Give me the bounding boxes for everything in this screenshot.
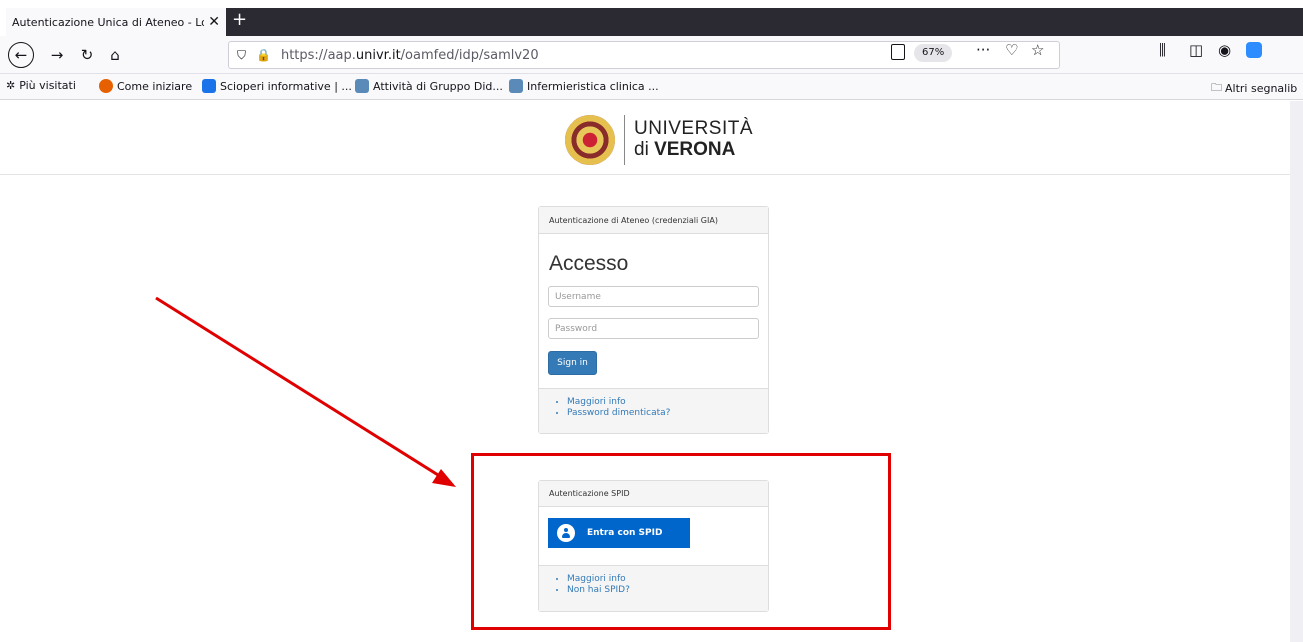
- highlight-box: [471, 453, 891, 630]
- list-item: Maggiori info: [567, 397, 768, 407]
- login-links: Maggiori info Password dimenticata?: [539, 388, 768, 433]
- back-arrow-icon[interactable]: ←: [8, 42, 34, 68]
- tab-strip: [226, 8, 1303, 36]
- bookmark-most-visited[interactable]: ✲ Più visitati: [6, 79, 76, 92]
- bookmark-other[interactable]: 🗀 Altri segnalib: [1211, 79, 1297, 98]
- lock-icon[interactable]: 🔒: [256, 48, 271, 62]
- account-icon[interactable]: ◉: [1218, 41, 1231, 59]
- tab-bar: Autenticazione Unica di Ateneo - Lo ✕ +: [0, 0, 1303, 36]
- zoom-extension-icon[interactable]: [1246, 42, 1262, 58]
- zoom-level-badge[interactable]: 67%: [914, 44, 953, 62]
- bookmark-star-icon[interactable]: ☆: [1031, 41, 1044, 59]
- logo-divider: [624, 115, 625, 165]
- list-item: Password dimenticata?: [567, 408, 768, 418]
- login-panel: Autenticazione di Ateneo (credenziali GI…: [538, 206, 769, 434]
- browser-tab[interactable]: Autenticazione Unica di Ateneo - Lo ✕: [6, 8, 226, 36]
- logo-text-line1: UNIVERSITÀ: [634, 118, 754, 139]
- bookmark-getting-started[interactable]: Come iniziare: [99, 79, 192, 93]
- window-edge: [1290, 101, 1303, 642]
- moodle-icon: [509, 79, 523, 93]
- forgot-password-link[interactable]: Password dimenticata?: [567, 408, 670, 418]
- more-actions-icon[interactable]: ···: [976, 41, 990, 59]
- forward-arrow-icon[interactable]: →: [46, 44, 68, 66]
- site-icon: [202, 79, 216, 93]
- password-field[interactable]: [548, 318, 759, 339]
- login-panel-heading: Autenticazione di Ateneo (credenziali GI…: [539, 207, 768, 234]
- new-tab-icon[interactable]: +: [232, 9, 247, 30]
- university-seal-logo: [565, 115, 615, 165]
- reader-view-icon[interactable]: [891, 44, 905, 60]
- moodle-icon: [355, 79, 369, 93]
- page-title: Accesso: [549, 252, 629, 275]
- more-info-link[interactable]: Maggiori info: [567, 397, 626, 407]
- navigation-bar: ← → ↻ ⌂ ⛉ 🔒 https://aap.univr.it/oamfed/…: [0, 36, 1303, 74]
- logo-text-line2: di VERONA: [634, 139, 736, 160]
- shield-icon[interactable]: ⛉: [237, 48, 246, 63]
- firefox-icon: [99, 79, 113, 93]
- sign-in-button[interactable]: Sign in: [548, 351, 597, 375]
- close-icon[interactable]: ✕: [208, 14, 220, 30]
- bookmark-infermieristica[interactable]: Infermieristica clinica ...: [509, 79, 659, 93]
- gear-icon: ✲: [6, 79, 16, 92]
- library-icon[interactable]: ⫼: [1159, 41, 1166, 59]
- bookmark-attivita[interactable]: Attività di Gruppo Did...: [355, 79, 503, 93]
- url-text[interactable]: https://aap.univr.it/oamfed/idp/samlv20: [281, 48, 539, 63]
- reload-icon[interactable]: ↻: [76, 44, 98, 66]
- folder-icon: 🗀: [1211, 81, 1222, 94]
- bookmark-scioperi[interactable]: Scioperi informative | ...: [202, 79, 352, 93]
- tab-title: Autenticazione Unica di Ateneo - Lo: [12, 15, 205, 29]
- bookmarks-bar: ✲ Più visitati Come iniziare Scioperi in…: [0, 74, 1303, 100]
- pocket-icon[interactable]: ♡: [1005, 41, 1018, 59]
- username-field[interactable]: [548, 286, 759, 307]
- home-icon[interactable]: ⌂: [104, 44, 126, 66]
- page-header: UNIVERSITÀ di VERONA: [0, 101, 1290, 175]
- sidebar-icon[interactable]: ◫: [1189, 41, 1203, 59]
